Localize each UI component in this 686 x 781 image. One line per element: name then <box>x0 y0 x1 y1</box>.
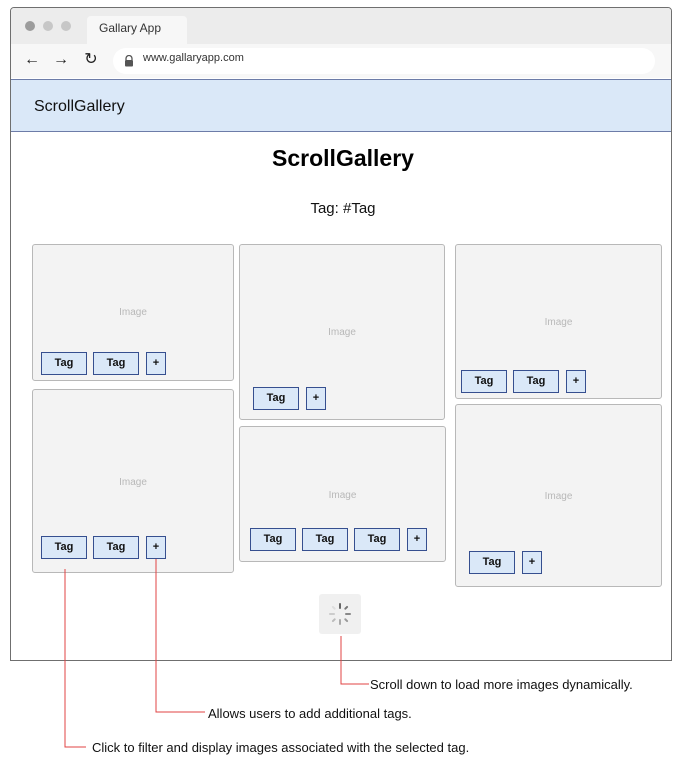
add-tag-annotation: Allows users to add additional tags. <box>208 706 412 721</box>
annotation-lines <box>64 559 369 748</box>
filter-tag-annotation: Click to filter and display images assoc… <box>92 740 470 755</box>
scroll-annotation: Scroll down to load more images dynamica… <box>370 677 633 692</box>
